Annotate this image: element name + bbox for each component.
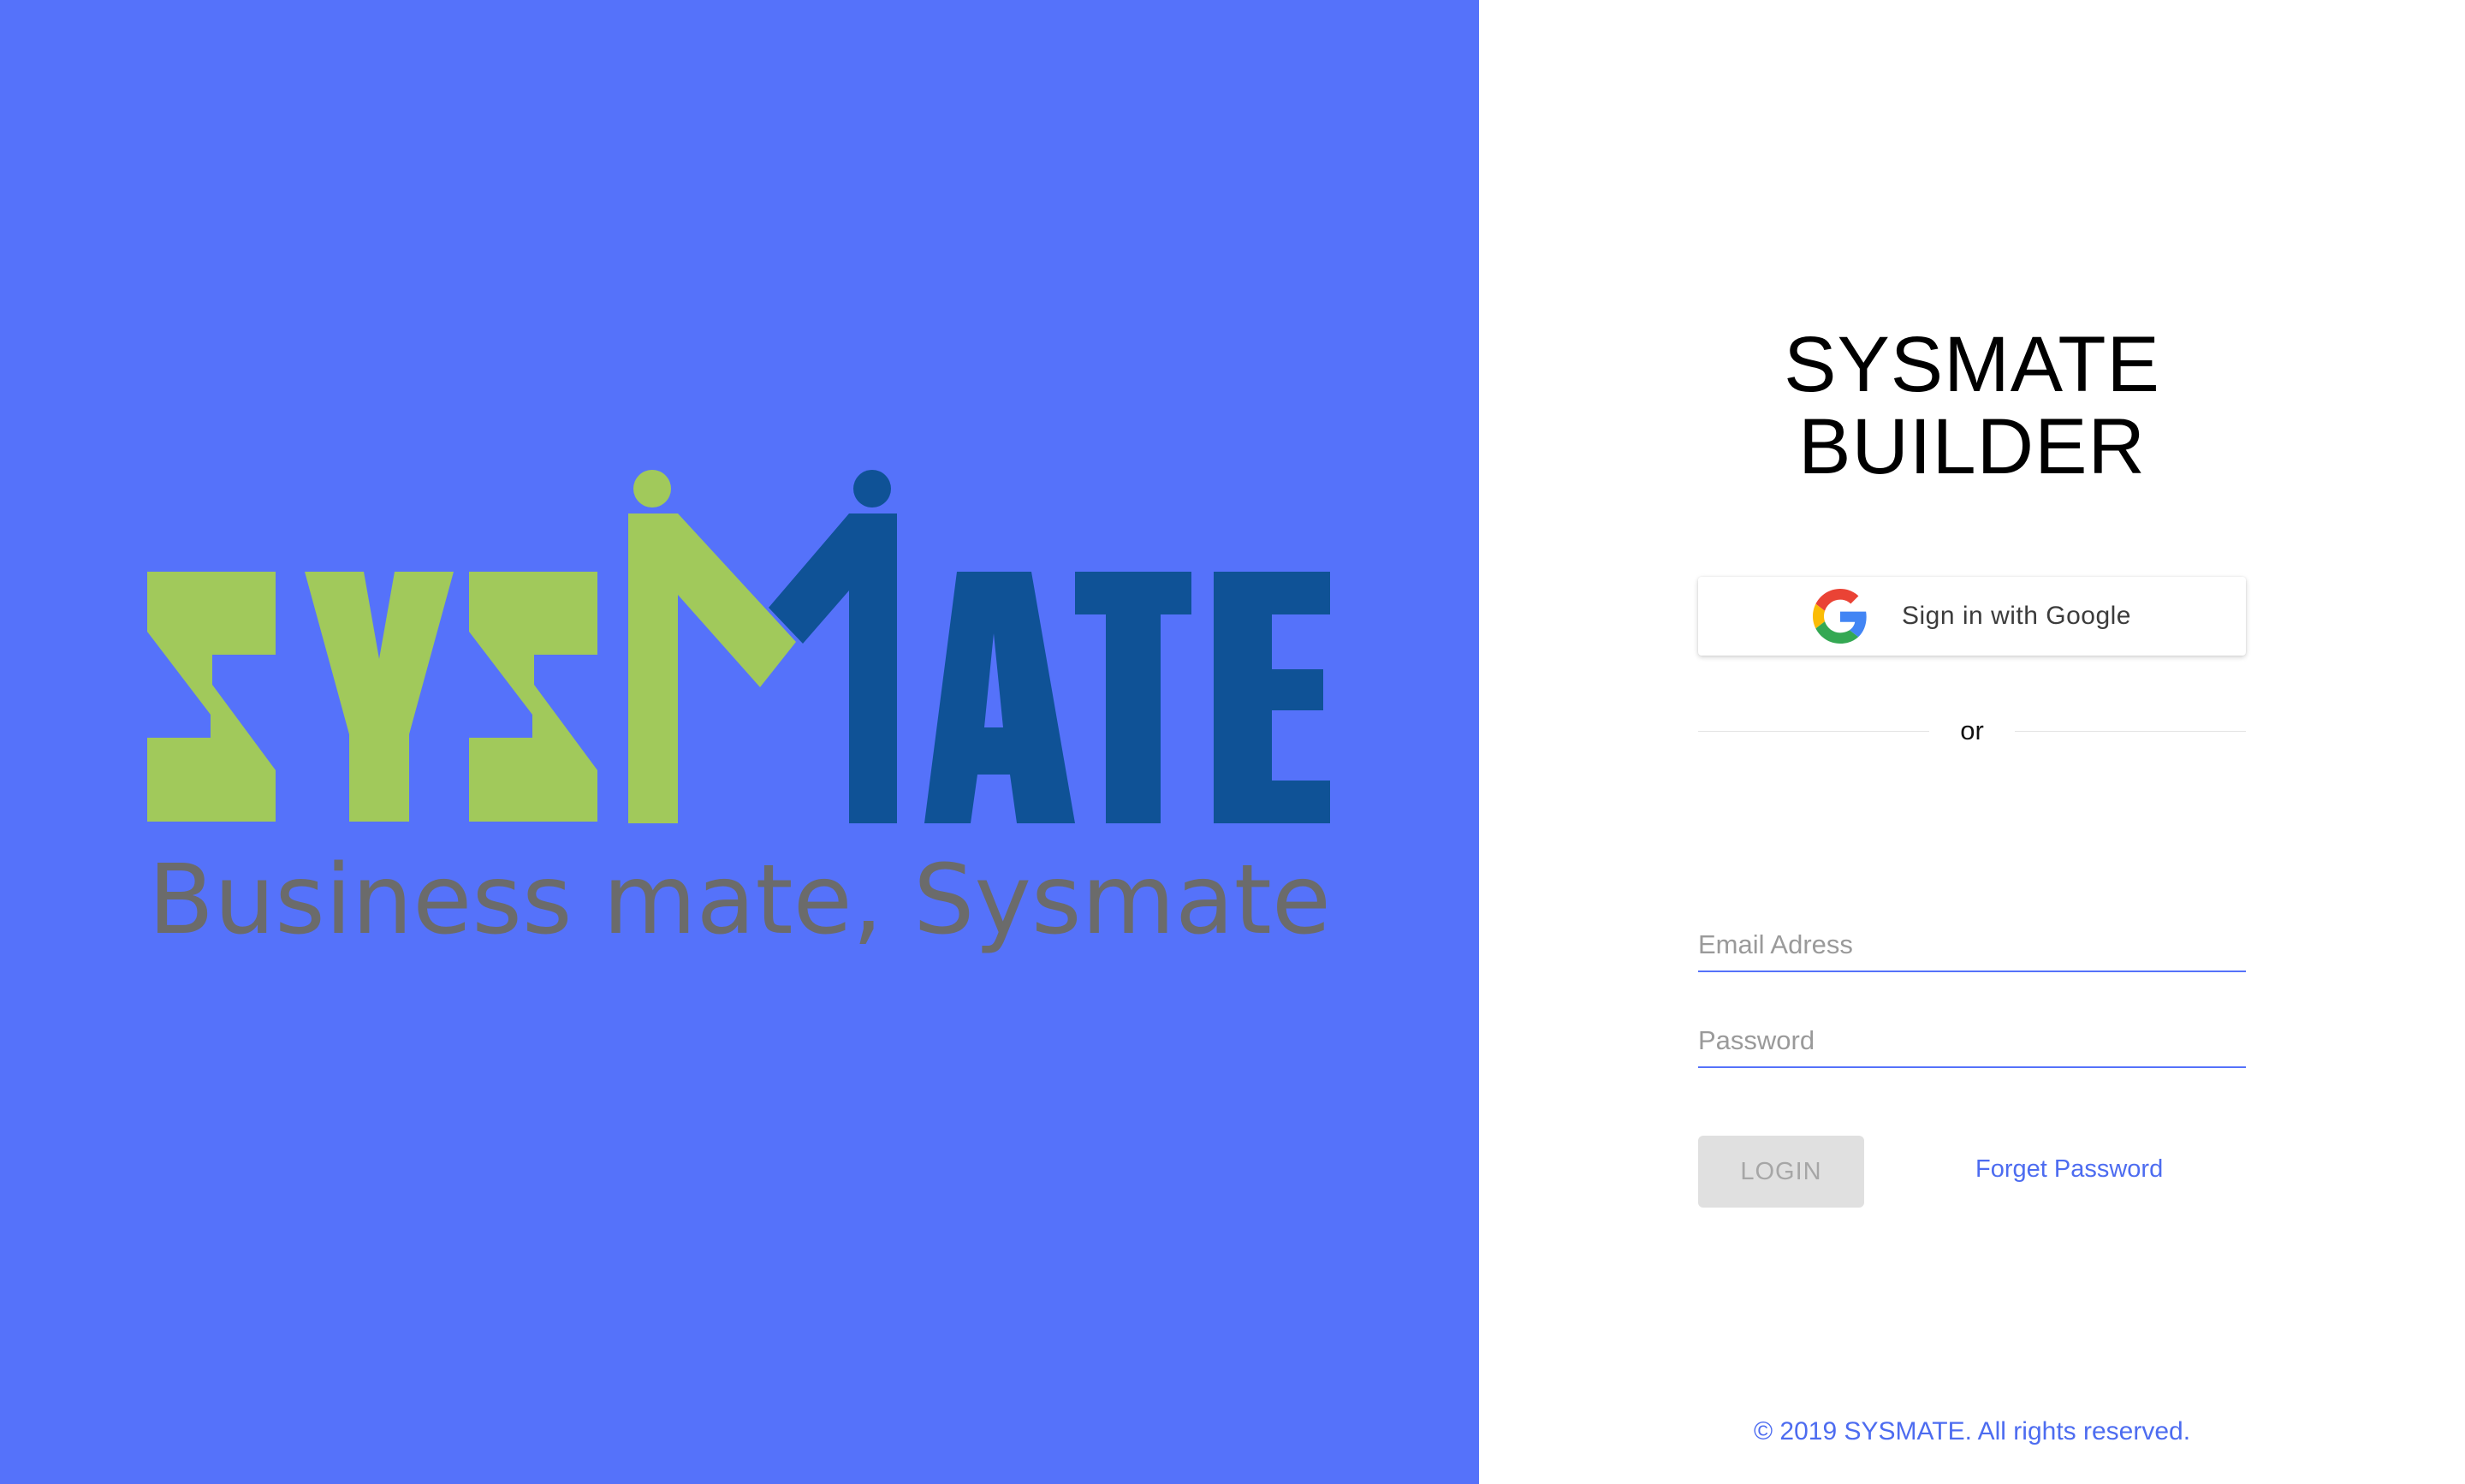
google-signin-label: Sign in with Google	[1902, 602, 2131, 630]
login-page: Business mate, Sysmate SYSMATE BUILDER S…	[0, 0, 2465, 1484]
google-g-icon	[1813, 589, 1867, 644]
divider-line-right	[2014, 730, 2247, 732]
sysmate-logo: Business mate, Sysmate	[147, 470, 1331, 956]
login-button[interactable]: LOGIN	[1698, 1136, 1864, 1208]
brand-panel: Business mate, Sysmate	[0, 0, 1479, 1484]
copyright-footer: © 2019 SYSMATE. All rights reserved.	[1753, 1417, 2191, 1445]
app-title: SYSMATE BUILDER	[1479, 324, 2465, 488]
app-title-line2: BUILDER	[1798, 403, 2146, 490]
email-field[interactable]	[1698, 919, 2246, 972]
divider-line-left	[1698, 730, 1930, 732]
password-field[interactable]	[1698, 1015, 2246, 1068]
or-divider: or	[1698, 714, 2247, 748]
google-signin-button[interactable]: Sign in with Google	[1698, 577, 2246, 656]
logo-tagline: Business mate, Sysmate	[148, 845, 1331, 956]
app-title-line1: SYSMATE	[1784, 321, 2160, 408]
login-panel: SYSMATE BUILDER Sign in with Google or L…	[1479, 0, 2465, 1484]
divider-text: or	[1960, 715, 1984, 745]
forget-password-link[interactable]: Forget Password	[1975, 1155, 2249, 1184]
